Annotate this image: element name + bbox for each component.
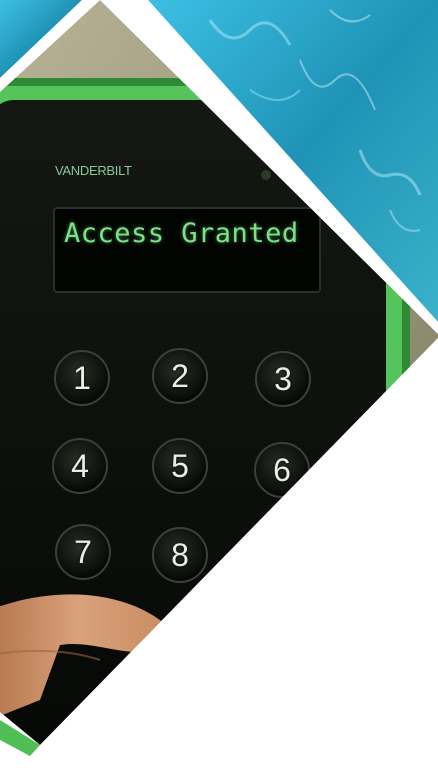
key-8: 8 bbox=[171, 537, 189, 573]
lcd-display-text: Access Granted bbox=[64, 218, 299, 249]
key-2: 2 bbox=[171, 358, 189, 394]
key-7: 7 bbox=[74, 534, 92, 570]
key-6: 6 bbox=[273, 452, 291, 488]
key-1: 1 bbox=[73, 360, 91, 396]
brand-logo-text: VANDERBILT bbox=[55, 163, 132, 178]
key-5: 5 bbox=[171, 448, 189, 484]
key-3: 3 bbox=[274, 361, 292, 397]
key-4: 4 bbox=[71, 448, 89, 484]
